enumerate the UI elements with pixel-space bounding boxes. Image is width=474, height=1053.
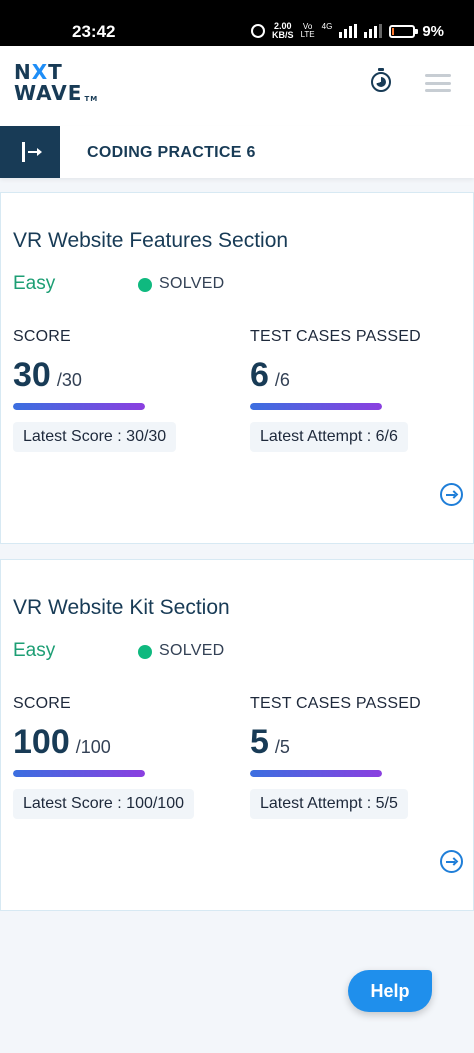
- score-value: 30: [13, 356, 51, 394]
- latest-attempt-chip: Latest Attempt : 6/6: [250, 422, 408, 452]
- solved-status-icon: [138, 278, 152, 292]
- status-icons: 2.00 KB/S Vo LTE 4G 9%: [251, 22, 444, 40]
- test-cases-total: /5: [274, 737, 290, 757]
- test-cases-progress-bar: [250, 403, 382, 410]
- score-label: SCORE: [13, 695, 71, 712]
- test-cases-label: TEST CASES PASSED: [250, 695, 421, 712]
- score-total: /30: [56, 370, 82, 390]
- hamburger-icon[interactable]: [425, 74, 451, 92]
- score-section: SCORE 100/100 Latest Score : 100/100: [13, 695, 213, 819]
- test-cases-section: TEST CASES PASSED 6/6 Latest Attempt : 6…: [250, 328, 450, 452]
- score-progress-bar: [13, 403, 145, 410]
- page-title: CODING PRACTICE 6: [87, 144, 256, 161]
- test-cases-total: /6: [274, 370, 290, 390]
- status-label: SOLVED: [159, 275, 225, 292]
- question-card[interactable]: VR Website Kit Section Easy SOLVED SCORE…: [0, 559, 474, 911]
- status-time: 23:42: [72, 22, 116, 41]
- arrow-right-circle-icon[interactable]: [440, 850, 463, 873]
- sidebar-toggle-button[interactable]: [0, 126, 60, 178]
- score-total: /100: [75, 737, 111, 757]
- question-card[interactable]: VR Website Features Section Easy SOLVED …: [0, 192, 474, 544]
- stopwatch-icon[interactable]: [371, 68, 391, 92]
- battery-percent: 9%: [422, 22, 444, 40]
- app-header: NXT WAVE TM: [0, 46, 474, 126]
- signal-icon: [339, 24, 358, 38]
- score-value: 100: [13, 723, 70, 761]
- test-cases-section: TEST CASES PASSED 5/5 Latest Attempt : 5…: [250, 695, 450, 819]
- network-type: 4G: [321, 22, 333, 31]
- arrow-right-circle-icon[interactable]: [440, 483, 463, 506]
- difficulty-label: Easy: [13, 273, 56, 294]
- test-cases-value: 6: [250, 356, 269, 394]
- alarm-icon: [251, 24, 266, 38]
- question-title[interactable]: VR Website Kit Section: [13, 596, 230, 620]
- signal-icon-secondary: [364, 24, 383, 38]
- nxtwave-logo[interactable]: NXT WAVE TM: [14, 62, 98, 104]
- sub-header: CODING PRACTICE 6: [0, 126, 474, 178]
- battery-icon: [389, 24, 419, 38]
- question-title[interactable]: VR Website Features Section: [13, 229, 288, 253]
- test-cases-label: TEST CASES PASSED: [250, 328, 421, 345]
- score-progress-bar: [13, 770, 145, 777]
- help-button[interactable]: Help: [348, 970, 432, 1012]
- battery-level: [392, 27, 395, 35]
- test-cases-progress-bar: [250, 770, 382, 777]
- latest-score-chip: Latest Score : 30/30: [13, 422, 177, 452]
- latest-score-chip: Latest Score : 100/100: [13, 789, 194, 819]
- test-cases-value: 5: [250, 723, 269, 761]
- score-section: SCORE 30/30 Latest Score : 30/30: [13, 328, 213, 452]
- status-bar: 23:42 2.00 KB/S Vo LTE 4G 9%: [0, 0, 474, 46]
- solved-status-icon: [138, 645, 152, 659]
- volte-indicator: Vo LTE: [300, 22, 315, 39]
- status-label: SOLVED: [159, 642, 225, 659]
- latest-attempt-chip: Latest Attempt : 5/5: [250, 789, 408, 819]
- network-speed: 2.00 KB/S: [272, 21, 294, 40]
- score-label: SCORE: [13, 328, 71, 345]
- difficulty-label: Easy: [13, 640, 56, 661]
